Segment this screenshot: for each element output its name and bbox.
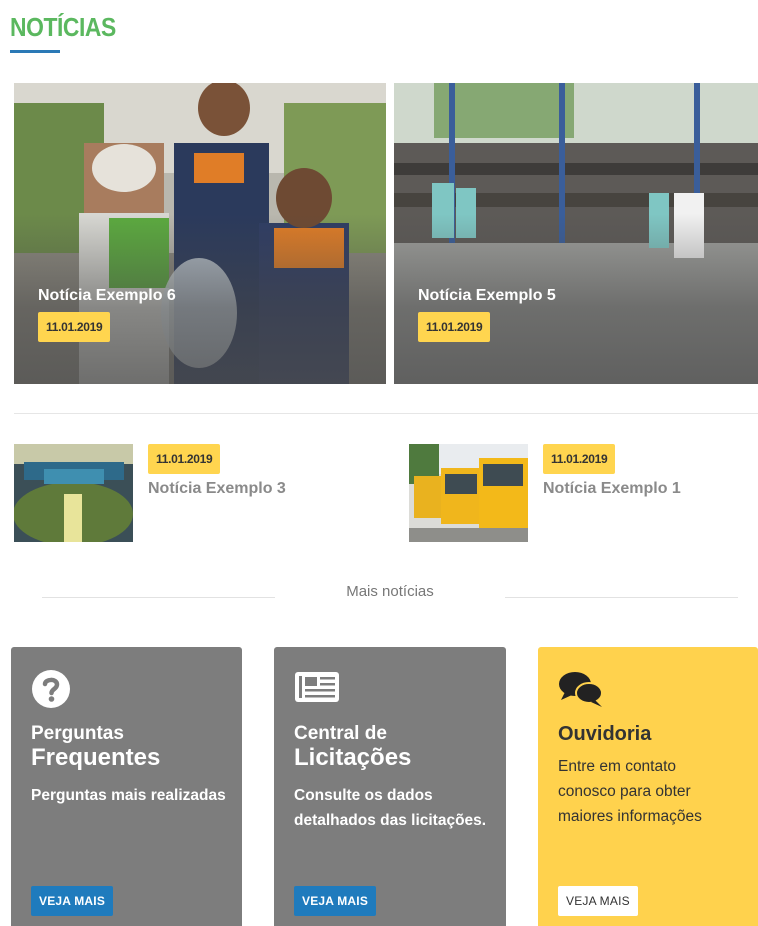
featured-news-card[interactable]: Notícia Exemplo 6 11.01.2019	[14, 83, 386, 384]
news-list-item[interactable]: 11.01.2019 Notícia Exemplo 1	[409, 444, 758, 542]
news-title[interactable]: Notícia Exemplo 6	[38, 287, 176, 305]
card-description: Perguntas mais realizadas	[31, 787, 226, 804]
divider	[14, 413, 758, 414]
newspaper-icon	[295, 672, 339, 702]
card-title-line2: Licitações	[294, 744, 412, 771]
date-badge: 11.01.2019	[38, 312, 111, 342]
card-description: Entre em contato conosco para obter maio…	[558, 758, 702, 825]
more-news-link[interactable]: Mais notícias	[300, 583, 480, 600]
question-circle-icon	[32, 670, 70, 708]
see-more-button[interactable]: VEJA MAIS	[31, 886, 114, 916]
news-thumbnail	[409, 444, 528, 542]
date-badge: 11.01.2019	[148, 444, 221, 474]
news-list-item[interactable]: 11.01.2019 Notícia Exemplo 3	[14, 444, 374, 542]
card-title-line1: Central de	[294, 723, 387, 744]
card-title-line1: Perguntas	[31, 723, 124, 744]
faq-card[interactable]: Perguntas Frequentes Perguntas mais real…	[11, 647, 242, 926]
featured-news-card[interactable]: Notícia Exemplo 5 11.01.2019	[394, 83, 758, 384]
section-title: NOTÍCIAS	[10, 12, 116, 42]
news-title[interactable]: Notícia Exemplo 5	[418, 287, 556, 305]
divider	[505, 597, 738, 598]
tenders-card[interactable]: Central de Licitações Consulte os dados …	[274, 647, 506, 926]
comments-icon	[559, 672, 603, 707]
news-title[interactable]: Notícia Exemplo 3	[148, 480, 286, 498]
news-title[interactable]: Notícia Exemplo 1	[543, 480, 681, 498]
card-description: Consulte os dados detalhados das licitaç…	[294, 787, 487, 829]
ombudsman-card[interactable]: Ouvidoria Entre em contato conosco para …	[538, 647, 758, 926]
card-title-line2: Frequentes	[31, 744, 161, 771]
see-more-button[interactable]: VEJA MAIS	[558, 886, 638, 916]
title-underline	[10, 50, 60, 53]
divider	[42, 597, 275, 598]
news-thumbnail	[14, 444, 133, 542]
card-title: Ouvidoria	[558, 723, 652, 745]
date-badge: 11.01.2019	[418, 312, 491, 342]
see-more-button[interactable]: VEJA MAIS	[294, 886, 377, 916]
date-badge: 11.01.2019	[543, 444, 616, 474]
